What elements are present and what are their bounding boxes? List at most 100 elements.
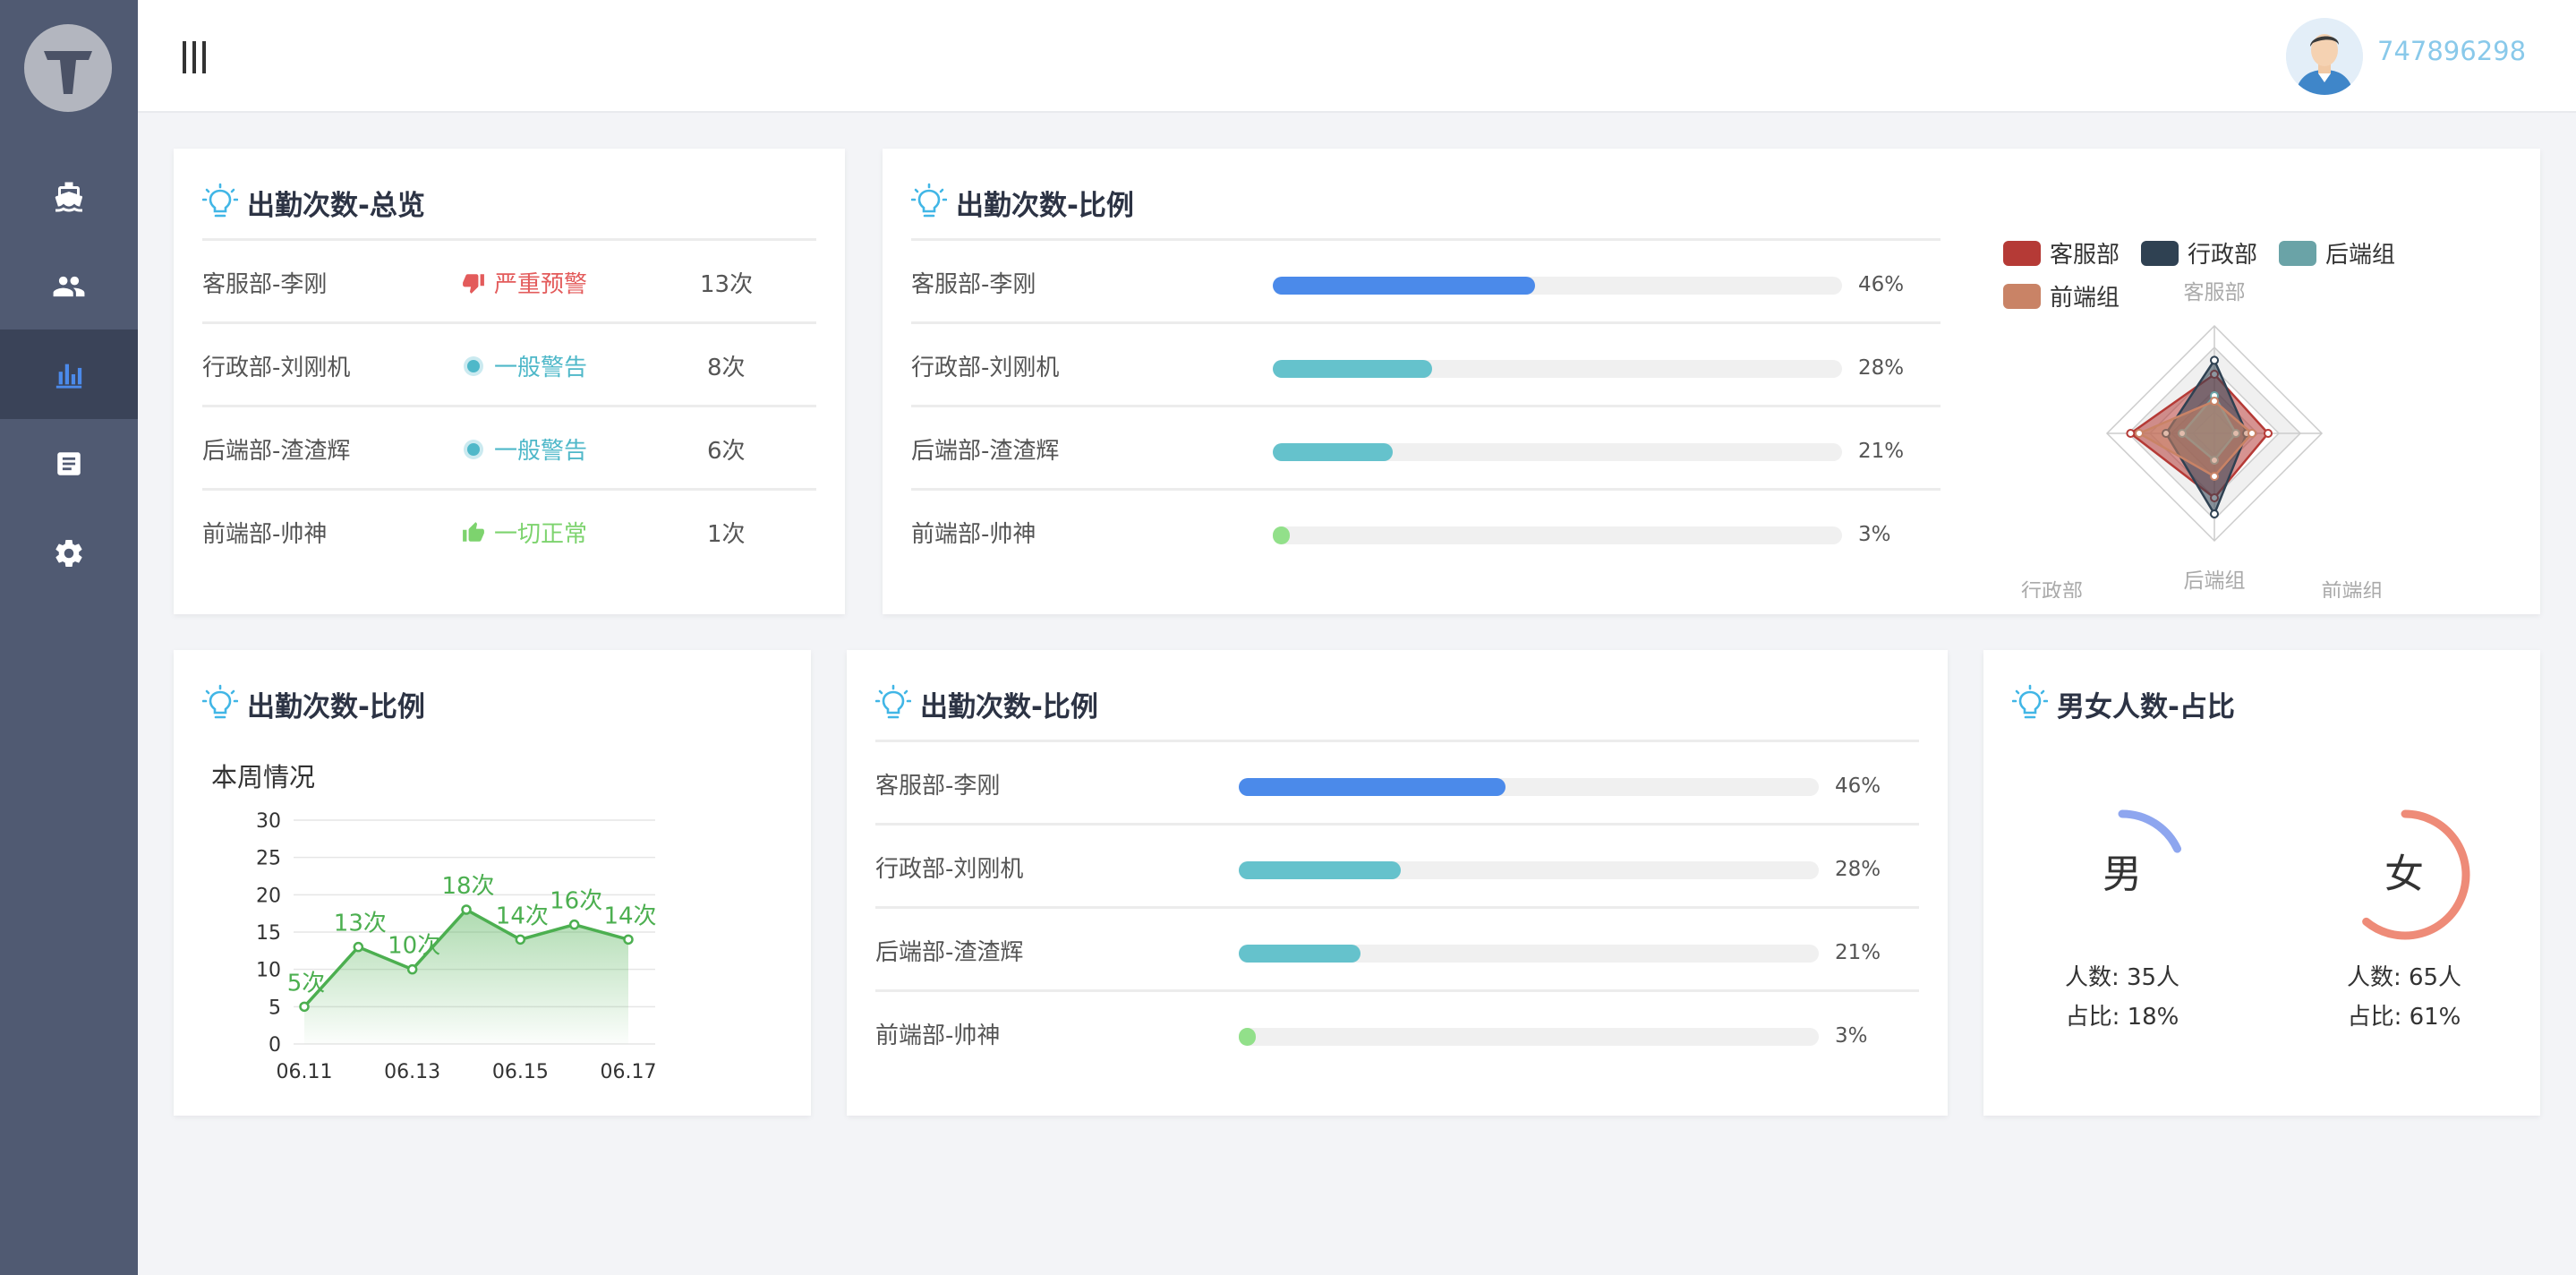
legend-swatch xyxy=(2003,240,2041,266)
table-row: 前端部-帅神 一切正常 1次 xyxy=(202,488,816,571)
data-point xyxy=(623,934,634,946)
logo-icon xyxy=(44,51,92,94)
status-text: 一切正常 xyxy=(494,521,588,548)
weekly-area-chart: 本周情况 0 5 10 15 20 25 30 06.11 06.13 06.15 06.17 5次… xyxy=(211,762,657,1083)
card-title: 出勤次数-比例 xyxy=(875,684,1098,723)
sidebar-item-ship[interactable] xyxy=(0,152,138,242)
sidebar-item-users[interactable] xyxy=(0,242,138,331)
menu-toggle-button[interactable] xyxy=(179,38,209,77)
employee-name: 前端部-帅神 xyxy=(911,521,1036,548)
chart-title: 本周情况 xyxy=(211,762,315,792)
attendance-count: 1次 xyxy=(707,521,746,548)
radar-point xyxy=(2135,429,2144,438)
y-tick-label: 25 xyxy=(256,848,281,870)
legend-item[interactable]: 客服部 xyxy=(2003,236,2120,270)
sidebar xyxy=(0,0,138,1275)
employee-name: 行政部-刘刚机 xyxy=(202,355,351,381)
gear-icon xyxy=(55,540,82,568)
dot-icon xyxy=(464,439,483,459)
ratio-title: 出勤次数-比例 xyxy=(920,690,1098,723)
progress-bar xyxy=(1239,778,1819,796)
data-label: 16次 xyxy=(550,888,602,915)
radar-axis-label: 客服部 xyxy=(2184,281,2246,304)
sidebar-item-settings[interactable] xyxy=(0,509,138,598)
card-title: 男女人数-占比 xyxy=(2012,684,2235,723)
overview-title: 出勤次数-总览 xyxy=(247,189,425,222)
ratio-radar-card: 出勤次数-比例 客服部-李刚 46% 行政部-刘刚机 28% 后端部-渣渣辉 2… xyxy=(883,149,2540,614)
bar-chart-icon xyxy=(55,364,82,389)
data-point xyxy=(568,919,580,930)
legend-label: 客服部 xyxy=(2050,242,2120,269)
progress-fill xyxy=(1273,277,1535,295)
male-label: 男 xyxy=(2103,851,2142,897)
data-point xyxy=(515,934,526,946)
attendance-count: 6次 xyxy=(707,438,746,465)
gender-card: 男女人数-占比 男 人数: 35人 占比: 18% 女 人数: 65人 占比: … xyxy=(1983,650,2540,1116)
ratio-card: 出勤次数-比例 客服部-李刚 46% 行政部-刘刚机 28% 后端部-渣渣辉 2… xyxy=(847,650,1948,1116)
progress-bar xyxy=(1239,1028,1819,1046)
legend-swatch xyxy=(2279,240,2316,266)
x-tick-label: 06.11 xyxy=(277,1061,333,1083)
table-row: 行政部-刘刚机 一般警告 8次 xyxy=(202,321,816,405)
table-row: 后端部-渣渣辉 21% xyxy=(911,405,1941,488)
progress-bar xyxy=(1273,360,1842,378)
male-ratio: 占比: 18% xyxy=(2065,1004,2179,1031)
thumbs-up-icon xyxy=(463,521,484,542)
status-label: 严重预警 xyxy=(462,266,587,299)
lightbulb-icon xyxy=(202,183,238,218)
y-tick-label: 15 xyxy=(256,922,281,945)
ratio-table: 客服部-李刚 46% 行政部-刘刚机 28% 后端部-渣渣辉 21% 前端部-帅… xyxy=(875,740,1919,1073)
sidebar-item-charts[interactable] xyxy=(0,329,138,419)
legend-label: 后端组 xyxy=(2325,242,2396,269)
card-title: 出勤次数-比例 xyxy=(911,183,1134,222)
lightbulb-icon xyxy=(875,684,911,719)
ship-icon xyxy=(55,182,83,212)
employee-name: 后端部-渣渣辉 xyxy=(875,939,1024,966)
progress-fill xyxy=(1239,861,1402,879)
percent-label: 46% xyxy=(1858,273,1905,296)
sidebar-item-documents[interactable] xyxy=(0,419,138,509)
progress-fill xyxy=(1239,945,1361,963)
male-count: 人数: 35人 xyxy=(2064,964,2180,991)
data-label: 5次 xyxy=(287,970,326,997)
table-row: 前端部-帅神 3% xyxy=(875,989,1919,1073)
employee-name: 客服部-李刚 xyxy=(875,773,1001,800)
legend-item[interactable]: 行政部 xyxy=(2141,236,2257,270)
radar-chart: 客服部 前端组 后端组 行政部 xyxy=(2021,281,2384,598)
avatar[interactable] xyxy=(2286,18,2363,95)
radar-axis-label: 前端组 xyxy=(2322,580,2384,598)
table-row: 行政部-刘刚机 28% xyxy=(875,823,1919,906)
overview-card: 出勤次数-总览 客服部-李刚 严重预警 13次 行政部-刘刚机 一般警告 8次 … xyxy=(174,149,845,614)
legend-label: 行政部 xyxy=(2188,242,2258,269)
card-title: 出勤次数-总览 xyxy=(202,183,425,222)
employee-name: 前端部-帅神 xyxy=(875,1023,1001,1049)
data-label: 18次 xyxy=(441,873,494,900)
progress-fill xyxy=(1239,1028,1257,1046)
employee-name: 行政部-刘刚机 xyxy=(875,856,1024,883)
progress-fill xyxy=(1239,778,1506,796)
percent-label: 46% xyxy=(1835,774,1881,798)
percent-label: 28% xyxy=(1835,858,1881,881)
data-point xyxy=(406,963,418,975)
ratio-title: 出勤次数-比例 xyxy=(956,189,1134,222)
logo[interactable] xyxy=(24,24,112,112)
table-row: 客服部-李刚 46% xyxy=(911,238,1941,321)
progress-fill xyxy=(1273,360,1433,378)
data-label: 13次 xyxy=(334,911,387,937)
radar-point xyxy=(2210,509,2219,518)
table-row: 行政部-刘刚机 28% xyxy=(911,321,1941,405)
radar-axis-label: 后端组 xyxy=(2184,569,2246,593)
user-id-label[interactable]: 747896298 xyxy=(2377,36,2526,66)
attendance-count: 8次 xyxy=(707,355,746,381)
ratio-table: 客服部-李刚 46% 行政部-刘刚机 28% 后端部-渣渣辉 21% 前端部-帅… xyxy=(911,238,1941,571)
table-row: 客服部-李刚 严重预警 13次 xyxy=(202,238,816,321)
y-tick-label: 30 xyxy=(256,810,281,833)
y-tick-label: 10 xyxy=(256,960,281,982)
radar-point xyxy=(2126,429,2136,438)
document-icon xyxy=(57,452,81,475)
progress-bar xyxy=(1273,443,1842,461)
legend-item[interactable]: 后端组 xyxy=(2279,236,2395,270)
user-avatar-icon xyxy=(2286,18,2363,95)
y-tick-label: 5 xyxy=(269,997,281,1019)
table-row: 前端部-帅神 3% xyxy=(911,488,1941,571)
